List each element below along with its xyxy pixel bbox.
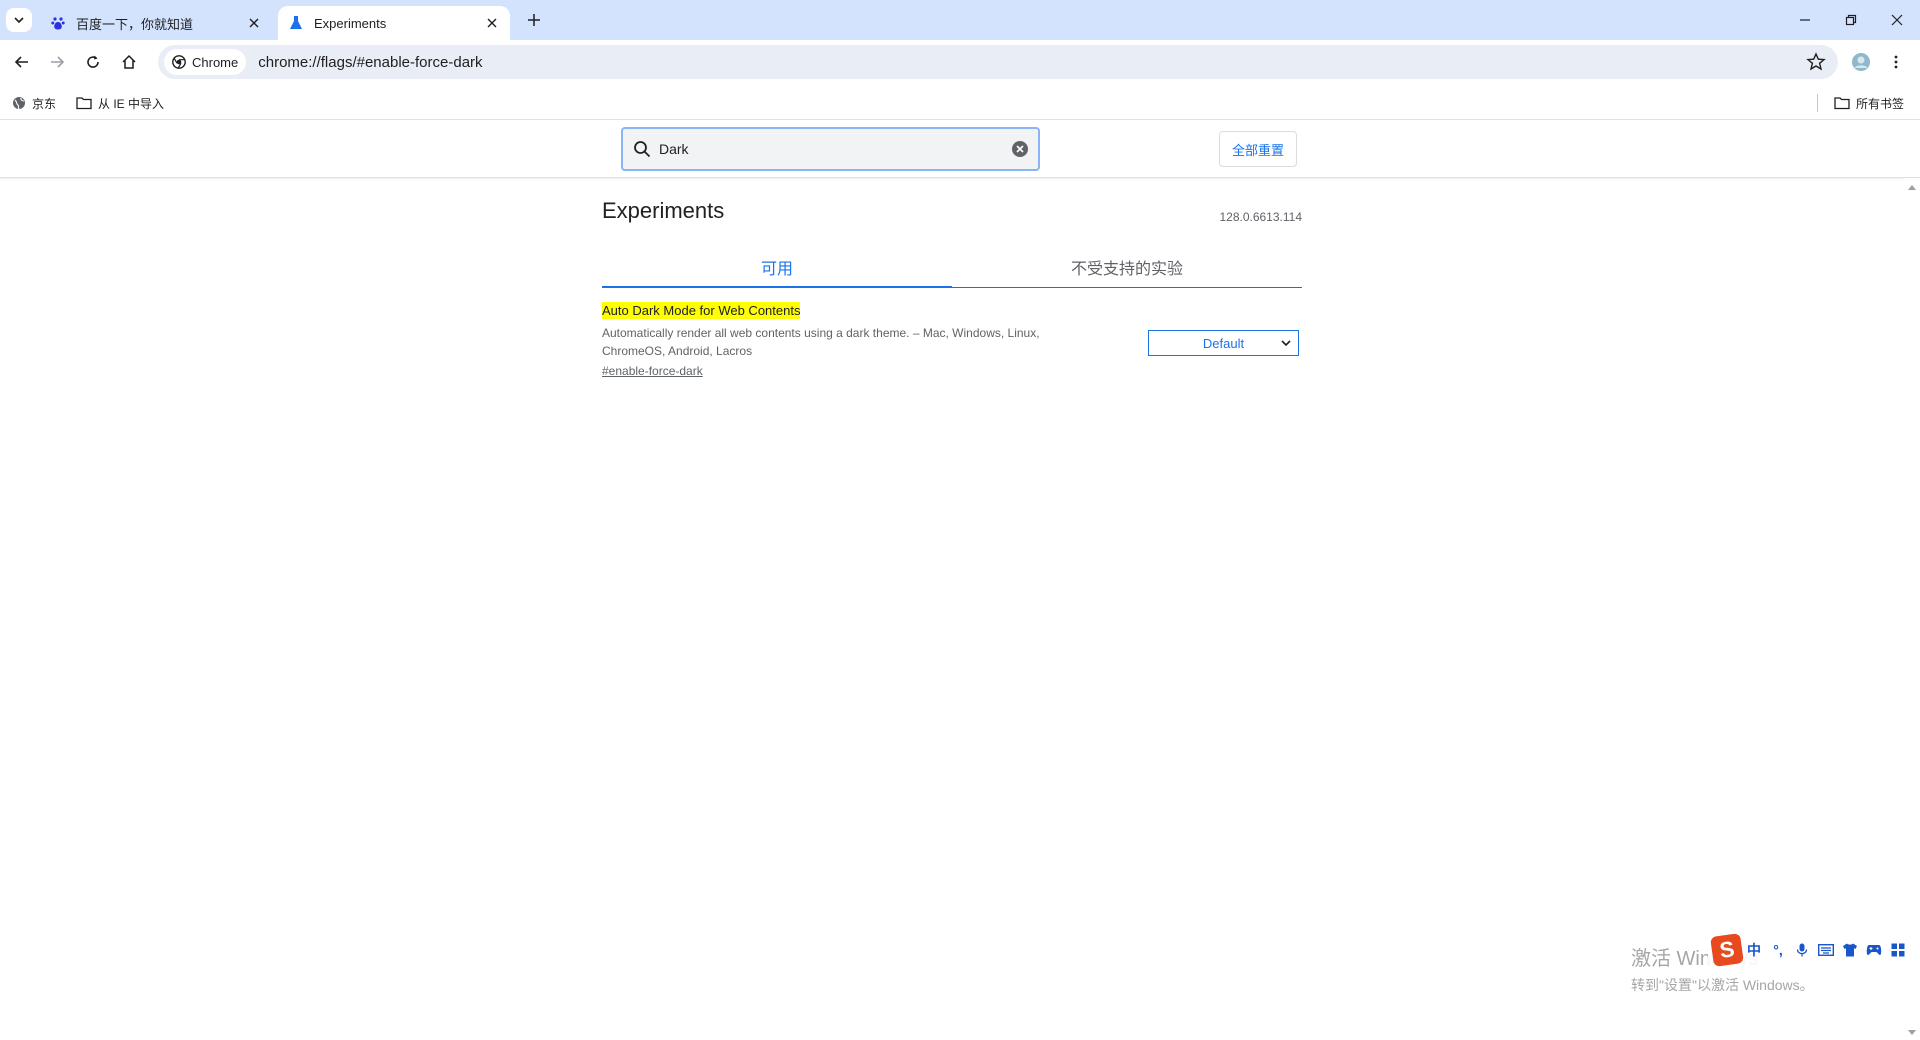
tab-baidu[interactable]: 百度一下，你就知道 xyxy=(40,6,272,40)
select-value: Default xyxy=(1202,335,1245,351)
menu-button[interactable] xyxy=(1880,46,1912,78)
ime-keyboard-button[interactable] xyxy=(1814,938,1838,962)
flags-tabs: 可用 不受支持的实验 xyxy=(602,246,1302,288)
all-bookmarks-label: 所有书签 xyxy=(1856,96,1905,111)
experiment-name: Auto Dark Mode for Web Contents xyxy=(602,302,801,319)
forward-button[interactable] xyxy=(41,46,73,78)
flask-icon xyxy=(288,15,304,31)
tab-unsupported[interactable]: 不受支持的实验 xyxy=(952,246,1302,287)
ime-voice-button[interactable] xyxy=(1790,938,1814,962)
clear-search-button[interactable] xyxy=(1010,139,1030,159)
chip-label: Chrome xyxy=(192,54,239,70)
flags-search-box[interactable] xyxy=(621,127,1040,171)
home-icon xyxy=(122,54,136,69)
search-input[interactable] xyxy=(659,141,1010,157)
avatar xyxy=(1852,53,1870,71)
baidu-icon xyxy=(50,15,66,31)
ime-punctuation-toggle[interactable]: °, xyxy=(1766,938,1790,962)
gamepad-icon xyxy=(1866,945,1882,955)
bookmarks-bar: 京东 从 IE 中导入 所有书签 xyxy=(0,85,1920,120)
reload-icon xyxy=(87,55,99,68)
toolbar: Chrome chrome://flags/#enable-force-dark xyxy=(0,40,1920,85)
search-icon xyxy=(634,141,651,158)
profile-button[interactable] xyxy=(1845,46,1877,78)
minimize-icon xyxy=(1800,19,1810,21)
keyboard-icon xyxy=(1818,944,1834,956)
arrow-right-icon xyxy=(51,56,65,68)
experiment-description: Automatically render all web contents us… xyxy=(602,326,1040,358)
back-button[interactable] xyxy=(6,46,38,78)
close-icon xyxy=(1891,14,1903,26)
watermark-subtitle: 转到"设置"以激活 Windows。 xyxy=(1631,977,1814,993)
star-icon[interactable] xyxy=(1806,52,1826,72)
folder-icon xyxy=(1834,97,1850,110)
ime-game-button[interactable] xyxy=(1862,938,1886,962)
bookmarks-divider xyxy=(1817,94,1818,112)
restore-icon xyxy=(1845,14,1857,26)
tab-search-button[interactable] xyxy=(6,8,32,32)
version-label: 128.0.6613.114 xyxy=(1219,210,1302,224)
close-window-button[interactable] xyxy=(1874,0,1920,40)
new-tab-button[interactable] xyxy=(520,8,548,32)
all-bookmarks-button[interactable]: 所有书签 xyxy=(1834,92,1904,114)
page-title: Experiments xyxy=(602,198,725,223)
tab-close-button[interactable] xyxy=(482,13,502,33)
chevron-down-icon xyxy=(14,17,24,24)
bookmark-folder-ie-import[interactable]: 从 IE 中导入 xyxy=(76,92,164,114)
plus-icon xyxy=(528,14,540,26)
tab-close-button[interactable] xyxy=(244,13,264,33)
experiment-item: Auto Dark Mode for Web Contents Automati… xyxy=(602,302,1302,392)
reload-button[interactable] xyxy=(77,46,109,78)
restore-button[interactable] xyxy=(1828,0,1874,40)
tab-available[interactable]: 可用 xyxy=(602,246,952,288)
url-text[interactable]: chrome://flags/#enable-force-dark xyxy=(258,54,482,71)
home-button[interactable] xyxy=(113,46,145,78)
tab-title: Experiments xyxy=(314,15,387,31)
close-icon xyxy=(487,18,497,28)
reset-all-button[interactable]: 全部重置 xyxy=(1219,131,1297,167)
globe-icon xyxy=(13,97,25,110)
ime-skin-button[interactable] xyxy=(1838,938,1862,962)
ime-toolbox-button[interactable] xyxy=(1886,938,1910,962)
tab-title: 百度一下，你就知道 xyxy=(76,16,194,32)
bookmark-jd[interactable]: 京东 xyxy=(12,92,56,114)
bookmark-label: 从 IE 中导入 xyxy=(98,96,165,111)
page-scrollbar[interactable] xyxy=(1904,178,1920,1040)
more-vert-icon xyxy=(1894,55,1898,69)
address-bar[interactable]: Chrome chrome://flags/#enable-force-dark xyxy=(158,45,1838,79)
scroll-down-icon[interactable] xyxy=(1908,1030,1916,1036)
chevron-down-icon xyxy=(1281,340,1291,347)
scroll-up-icon[interactable] xyxy=(1908,184,1916,190)
sogou-logo-icon[interactable]: S xyxy=(1710,933,1744,967)
clear-icon xyxy=(1012,141,1028,157)
experiment-state-select[interactable]: Default xyxy=(1148,330,1299,356)
tab-experiments[interactable]: Experiments xyxy=(278,6,510,40)
bookmark-label: 京东 xyxy=(32,96,57,111)
experiment-permalink[interactable]: #enable-force-dark xyxy=(602,364,703,378)
folder-icon xyxy=(76,97,92,110)
minimize-button[interactable] xyxy=(1782,0,1828,40)
close-icon xyxy=(249,18,259,28)
ime-mode-toggle[interactable]: 中 xyxy=(1742,938,1766,962)
tab-strip: 百度一下，你就知道 Experiments xyxy=(0,0,1920,40)
arrow-left-icon xyxy=(14,56,28,68)
site-info-chip[interactable]: Chrome xyxy=(164,49,247,75)
chrome-icon xyxy=(172,55,186,69)
flags-header: 全部重置 xyxy=(0,120,1920,178)
microphone-icon xyxy=(1796,943,1808,957)
grid-icon xyxy=(1891,943,1905,957)
ime-toolbar: S 中 °, xyxy=(1708,932,1914,968)
shirt-icon xyxy=(1843,943,1857,957)
